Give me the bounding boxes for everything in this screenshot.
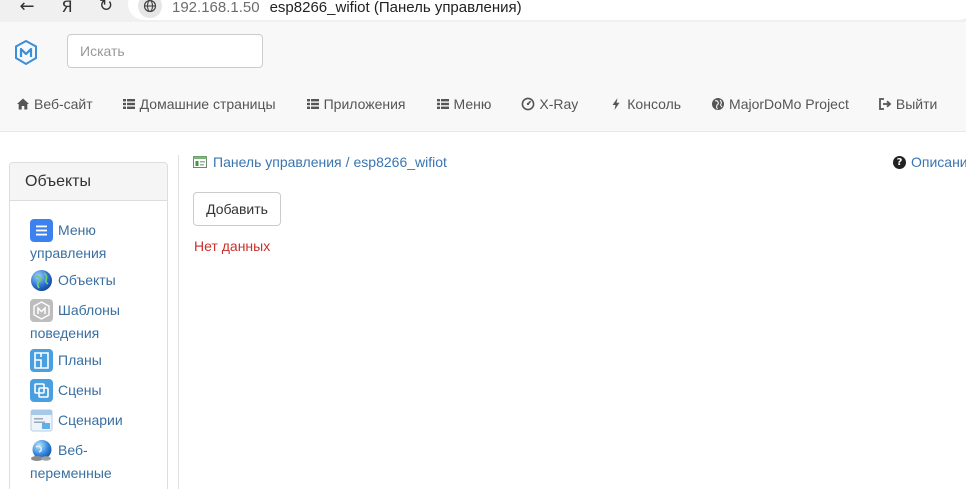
nav-label: Веб-сайт [34, 96, 93, 112]
page-tab-title: esp8266_wifiot (Панель управления) [269, 0, 522, 16]
sidebar-item-label: Сцены [58, 382, 102, 398]
sidebar-item-plans[interactable]: Планы [30, 349, 162, 372]
site-info-icon[interactable] [138, 0, 162, 18]
sidebar-item-objects[interactable]: Объекты [30, 269, 162, 292]
column-divider [178, 155, 179, 489]
majordomo-logo-icon[interactable] [14, 39, 38, 66]
list-icon [122, 97, 136, 111]
nav-item-logout[interactable]: Выйти [878, 84, 937, 124]
address-bar[interactable]: 192.168.1.50 esp8266_wifiot (Панель управ… [128, 0, 966, 20]
template-icon [30, 299, 53, 322]
breadcrumb-root-link[interactable]: Панель управления [213, 154, 342, 170]
sidebar-item-scripts[interactable]: Сценарии [30, 409, 162, 432]
web-globe-icon [30, 439, 53, 462]
empty-state-text: Нет данных [194, 238, 271, 254]
menu-icon [30, 219, 53, 242]
back-button[interactable]: ← [14, 0, 40, 17]
yandex-icon[interactable]: Я [58, 0, 76, 17]
sidebar-item-label: Объекты [58, 272, 116, 288]
main-nav: Веб-сайт Домашние страницы Приложения Ме… [0, 84, 937, 124]
top-navbar: Веб-сайт Домашние страницы Приложения Ме… [0, 22, 966, 132]
url-host: 192.168.1.50 [172, 0, 260, 16]
nav-item-console[interactable]: Консоль [609, 84, 681, 124]
scripts-icon [30, 409, 53, 432]
breadcrumb-current-link[interactable]: esp8266_wifiot [354, 154, 447, 170]
bolt-icon [609, 97, 623, 111]
add-button[interactable]: Добавить [193, 192, 281, 226]
sidebar-item-behavior-templates[interactable]: Шаблоны поведения [30, 299, 162, 345]
search-input[interactable] [67, 34, 263, 68]
scenes-icon [30, 379, 53, 402]
objects-panel: Объекты Меню управления Объекты Шаблоны … [9, 162, 168, 489]
help-label: Описани [911, 154, 966, 170]
help-link[interactable]: ? Описани [893, 153, 966, 171]
browser-toolbar: ← Я ↻ 192.168.1.50 esp8266_wifiot (Панель… [0, 0, 966, 22]
nav-label: MajorDoMo Project [729, 96, 849, 112]
list-icon [436, 97, 450, 111]
nav-item-website[interactable]: Веб-сайт [16, 84, 93, 124]
reload-button[interactable]: ↻ [96, 0, 116, 17]
sidebar-item-control-menu[interactable]: Меню управления [30, 219, 162, 265]
nav-label: Домашние страницы [139, 96, 276, 112]
breadcrumb: Панель управления / esp8266_wifiot [193, 153, 447, 171]
home-icon [16, 97, 30, 111]
breadcrumb-separator: / [345, 154, 350, 170]
sidebar-item-web-variables[interactable]: Веб-переменные [30, 439, 162, 485]
nav-item-home-pages[interactable]: Домашние страницы [122, 84, 276, 124]
nav-label: Консоль [627, 96, 682, 112]
panel-title: Объекты [10, 163, 167, 201]
nav-item-majordomo-project[interactable]: MajorDoMo Project [711, 84, 849, 124]
nav-item-menu[interactable]: Меню [436, 84, 492, 124]
plan-icon [30, 349, 53, 372]
nav-label: Приложения [323, 96, 406, 112]
globe-icon [711, 97, 725, 111]
nav-label: Меню [453, 96, 492, 112]
logout-icon [878, 97, 892, 111]
control-panel-icon [193, 155, 207, 169]
sidebar-item-label: Планы [58, 352, 102, 368]
dashboard-icon [521, 97, 535, 111]
nav-label: Выйти [895, 96, 938, 112]
list-icon [306, 97, 320, 111]
sidebar-item-scenes[interactable]: Сцены [30, 379, 162, 402]
nav-label: X-Ray [539, 96, 579, 112]
nav-item-apps[interactable]: Приложения [306, 84, 406, 124]
question-circle-icon: ? [893, 155, 906, 169]
nav-item-xray[interactable]: X-Ray [521, 84, 578, 124]
globe-icon [30, 269, 53, 292]
sidebar-item-label: Сценарии [58, 412, 123, 428]
